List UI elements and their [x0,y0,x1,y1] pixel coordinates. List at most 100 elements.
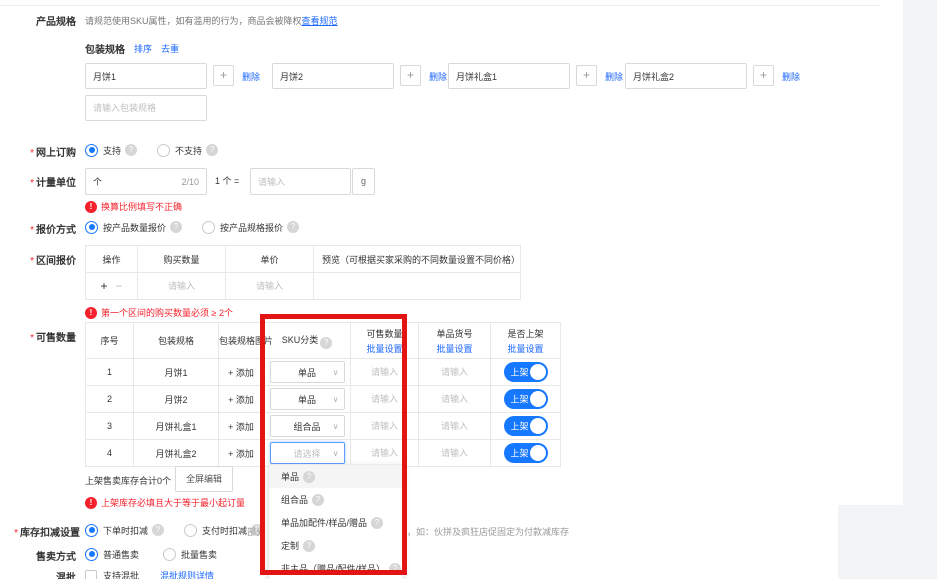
unit-input[interactable]: 个 2/10 [85,168,207,195]
batch-set-qty-link[interactable]: 批量设置 [351,342,418,355]
ratio-unit-addon: g [352,168,375,195]
row-index: 4 [86,440,134,467]
package-spec-group-1: + 删除 [85,63,265,89]
on-shelf-toggle[interactable]: 上架 [504,362,548,382]
col-header-price: 单价 [226,246,314,273]
on-shelf-toggle[interactable]: 上架 [504,416,548,436]
info-icon[interactable]: ? [303,540,315,552]
sku-type-select-open[interactable]: 请选择∨ [270,442,345,464]
info-icon[interactable]: ? [312,494,324,506]
package-spec-input[interactable] [272,63,394,89]
add-image-button[interactable]: + 添加 [219,386,264,413]
package-spec-input[interactable] [85,63,207,89]
radio-not-support[interactable] [157,144,170,157]
range-qty-input[interactable] [140,281,223,291]
mixed-batch-checkbox[interactable] [85,570,97,579]
ratio-input[interactable] [250,168,351,195]
row-index: 3 [86,413,134,440]
radio-deduct-on-pay[interactable] [184,524,197,537]
remove-range-button[interactable]: − [116,279,123,293]
package-spec-group-4: + 删除 [625,63,805,89]
sku-type-select[interactable]: 组合品∨ [270,415,345,437]
batch-set-item-no-link[interactable]: 批量设置 [419,342,490,355]
row-spec: 月饼2 [134,386,219,413]
radio-batch-sell[interactable] [163,548,176,561]
product-publish-form: 产品规格 请规范使用SKU属性，如有滥用的行为，商品会被降权查看规范 包装规格 … [0,0,937,579]
delete-spec-link[interactable]: 删除 [605,70,623,83]
radio-quote-by-quantity[interactable] [85,221,98,234]
info-icon[interactable]: ? [371,517,383,529]
plus-icon: + [583,68,590,82]
sku-usage-notice: 请规范使用SKU属性，如有滥用的行为，商品会被降权查看规范 [85,14,338,27]
package-spec-title: 包装规格 [85,41,125,56]
add-image-button[interactable]: + 添加 [219,413,264,440]
add-image-button[interactable]: + 添加 [219,440,264,467]
dropdown-option-non-main[interactable]: 非主品（赠品/配件/样品）? [269,557,403,579]
item-no-input[interactable] [421,394,488,404]
package-spec-input[interactable] [625,63,747,89]
col-header-qty: 可售数量批量设置 [351,323,419,359]
toggle-knob [530,445,546,461]
package-spec-input[interactable] [448,63,570,89]
range-price-input[interactable] [228,281,311,291]
sellable-qty-input[interactable] [353,367,417,377]
sellable-qty-input[interactable] [353,421,417,431]
item-no-input[interactable] [421,421,488,431]
batch-set-shelf-link[interactable]: 批量设置 [491,342,560,355]
section-label-quote-method: *报价方式 [0,221,76,236]
section-label-deduct: *库存扣减设置 [0,524,80,539]
mixed-batch-rules-link[interactable]: 混批规则详情 [160,569,214,579]
delete-spec-link[interactable]: 删除 [429,70,447,83]
dropdown-option-single[interactable]: 单品? [269,465,403,488]
add-spec-button[interactable]: + [576,65,597,86]
add-range-button[interactable]: + [100,279,107,293]
radio-quote-by-spec[interactable] [202,221,215,234]
delete-spec-link[interactable]: 删除 [782,70,800,83]
radio-normal-sell-label: 普通售卖 [103,548,139,561]
dedupe-link[interactable]: 去重 [161,42,179,55]
info-icon[interactable]: ? [320,337,332,349]
sku-type-dropdown: 单品? 组合品? 单品加配件/样品/赠品? 定制? 非主品（赠品/配件/样品）? [268,464,404,579]
plus-icon: + [228,395,233,405]
radio-batch-sell-label: 批量售卖 [181,548,217,561]
radio-support[interactable] [85,144,98,157]
item-no-input[interactable] [421,367,488,377]
dropdown-option-combo[interactable]: 组合品? [269,488,403,511]
radio-deduct-on-order-label: 下单时扣减 [103,524,148,537]
sellable-qty-input[interactable] [353,394,417,404]
on-shelf-toggle[interactable]: 上架 [504,443,548,463]
view-rules-link[interactable]: 查看规范 [302,16,338,26]
info-icon[interactable]: ? [303,471,315,483]
add-spec-button[interactable]: + [213,65,234,86]
delete-spec-link[interactable]: 删除 [242,70,260,83]
on-shelf-toggle[interactable]: 上架 [504,389,548,409]
sku-type-select[interactable]: 单品∨ [270,388,345,410]
package-spec-group-3: + 删除 [448,63,628,89]
sort-link[interactable]: 排序 [134,42,152,55]
unit-error: ! 换算比例填写不正确 [85,200,182,213]
info-icon[interactable]: ? [125,144,137,156]
new-package-spec-input[interactable] [85,95,207,121]
radio-normal-sell[interactable] [85,548,98,561]
fullscreen-edit-button[interactable]: 全屏编辑 [175,466,233,492]
info-icon[interactable]: ? [170,221,182,233]
radio-deduct-on-order[interactable] [85,524,98,537]
stock-error: ! 上架库存必填且大于等于最小起订量 [85,496,245,509]
sellable-qty-input[interactable] [353,448,417,458]
deduct-note-right: ，如：伙拼及疯狂店促固定为付款减库存 [407,525,569,538]
chevron-down-icon: ∨ [333,449,339,458]
add-spec-button[interactable]: + [400,65,421,86]
mixed-batch-label: 支持混批 [103,569,139,579]
add-spec-button[interactable]: + [753,65,774,86]
info-icon[interactable]: ? [287,221,299,233]
top-divider [0,5,881,6]
info-icon[interactable]: ? [389,563,401,575]
item-no-input[interactable] [421,448,488,458]
sku-type-select[interactable]: 单品∨ [270,361,345,383]
info-icon[interactable]: ? [206,144,218,156]
dropdown-option-single-with-parts[interactable]: 单品加配件/样品/赠品? [269,511,403,534]
package-spec-group-2: + 删除 [272,63,452,89]
info-icon[interactable]: ? [152,524,164,536]
dropdown-option-custom[interactable]: 定制? [269,534,403,557]
add-image-button[interactable]: + 添加 [219,359,264,386]
